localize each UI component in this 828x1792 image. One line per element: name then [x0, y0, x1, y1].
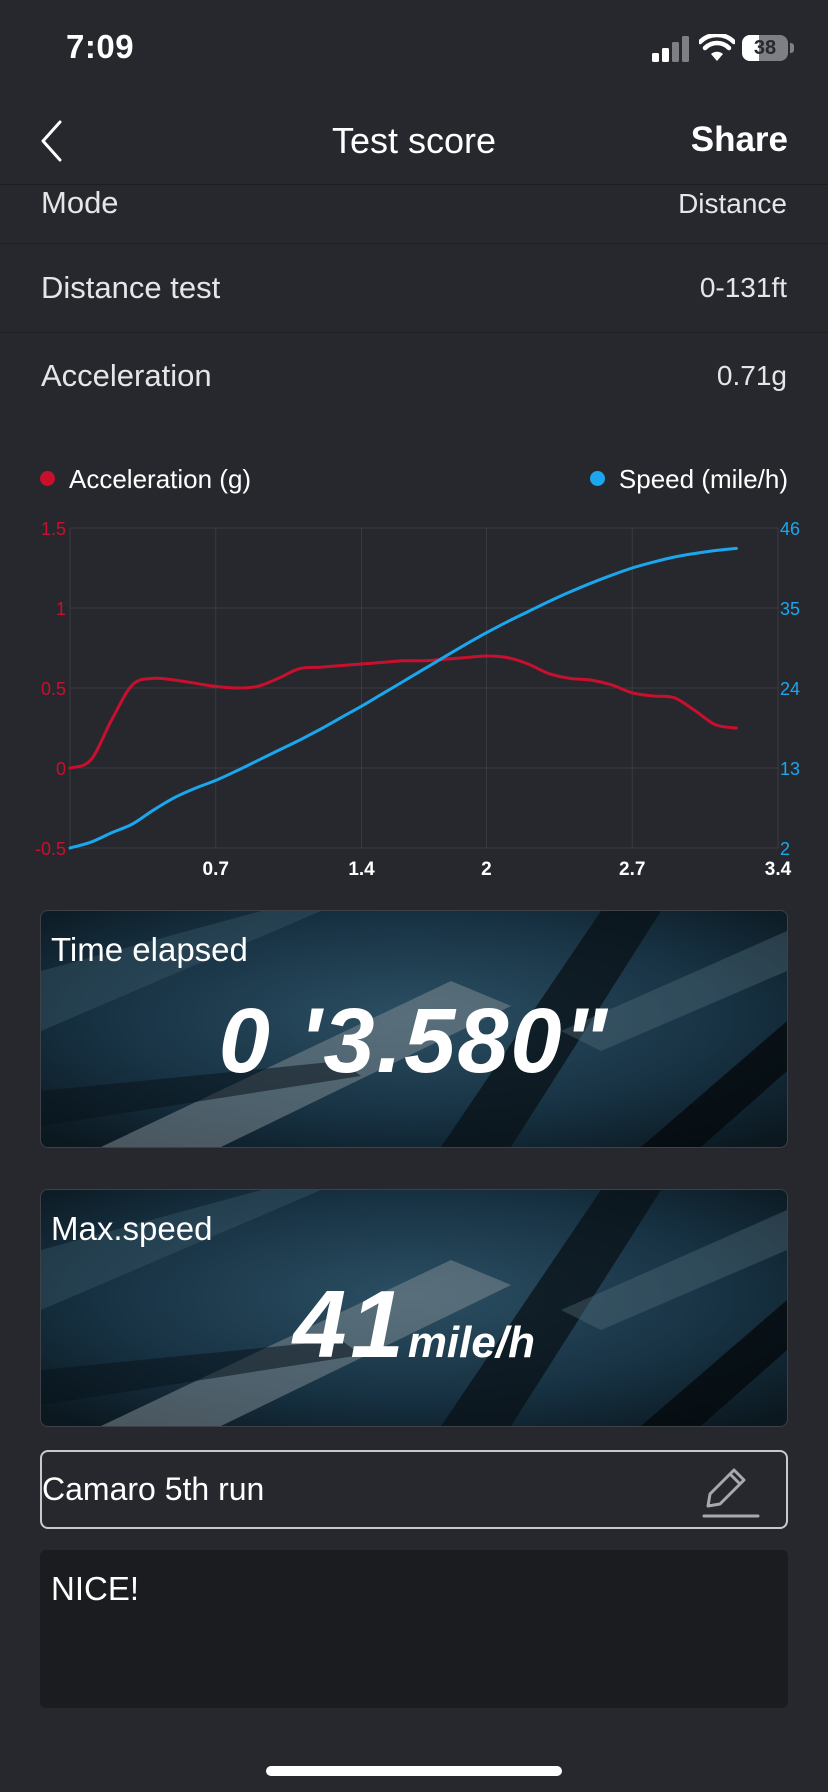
chart-x-tick-label: 1.4	[348, 859, 375, 880]
max-speed-value: 41	[293, 1271, 408, 1378]
chart-plot: 1.5 1 0.5 0 -0.5 46 35 24 13 2 0.7 1.4 2 2.7 3.4	[35, 519, 800, 880]
pencil-edit-icon[interactable]	[700, 1462, 760, 1520]
info-row-mode: Mode Distance	[0, 185, 828, 244]
chart-right-tick-label: 46	[780, 519, 800, 539]
acceleration-speed-chart: Acceleration (g) Speed (mile/h) 1.5 1 0.5 0…	[0, 440, 828, 880]
speed-series-line	[68, 546, 738, 850]
nav-bar: Test score Share	[0, 100, 828, 185]
acceleration-series-line	[68, 654, 738, 770]
info-label: Mode	[41, 185, 119, 220]
battery-icon: 38	[742, 35, 798, 61]
time-elapsed-value: 0 '3.580"	[218, 990, 610, 1092]
share-button[interactable]: Share	[691, 120, 788, 160]
max-speed-card: Max.speed 41mile/h	[40, 1189, 788, 1427]
info-value: Distance	[678, 188, 787, 219]
chart-right-tick-label: 35	[780, 599, 800, 619]
wifi-icon	[699, 34, 735, 61]
max-speed-value-group: 41mile/h	[41, 1270, 787, 1380]
status-bar: 7:09 38	[0, 0, 828, 100]
home-indicator	[266, 1766, 562, 1776]
info-value: 0.71g	[716, 360, 787, 391]
notes-value: NICE!	[51, 1570, 140, 1607]
run-name-field[interactable]: Camaro 5th run	[40, 1450, 788, 1529]
max-speed-unit: mile/h	[407, 1318, 535, 1367]
chart-left-tick-label: 1.5	[41, 519, 66, 539]
chart-left-tick-label: 0.5	[41, 679, 66, 699]
info-value: 0-131ft	[699, 272, 787, 303]
chart-left-tick-label: -0.5	[35, 839, 66, 859]
chart-right-tick-label: 2	[780, 839, 790, 859]
info-label: Distance test	[41, 270, 221, 305]
chart-right-tick-label: 24	[780, 679, 800, 699]
time-elapsed-label: Time elapsed	[51, 931, 248, 968]
chart-left-tick-label: 1	[56, 599, 66, 619]
notes-textarea[interactable]: NICE!	[40, 1550, 788, 1708]
back-button[interactable]	[30, 116, 80, 166]
chart-x-tick-label: 3.4	[765, 859, 792, 880]
cellular-signal-icon	[652, 36, 689, 62]
info-label: Acceleration	[41, 358, 212, 393]
chart-x-tick-label: 2.7	[619, 859, 645, 880]
chart-x-tick-label: 0.7	[203, 859, 229, 880]
info-row-distance-test: Distance test 0-131ft	[0, 244, 828, 333]
run-name-value: Camaro 5th run	[42, 1471, 265, 1507]
chart-right-tick-label: 13	[780, 759, 800, 779]
status-time: 7:09	[66, 28, 135, 65]
chevron-left-icon	[41, 120, 62, 162]
chart-left-tick-label: 0	[56, 759, 66, 779]
info-row-acceleration: Acceleration 0.71g	[0, 332, 828, 420]
max-speed-label: Max.speed	[51, 1210, 213, 1247]
time-elapsed-card: Time elapsed 0 '3.580"	[40, 910, 788, 1148]
battery-percent: 38	[753, 37, 777, 59]
chart-x-tick-label: 2	[481, 859, 492, 880]
